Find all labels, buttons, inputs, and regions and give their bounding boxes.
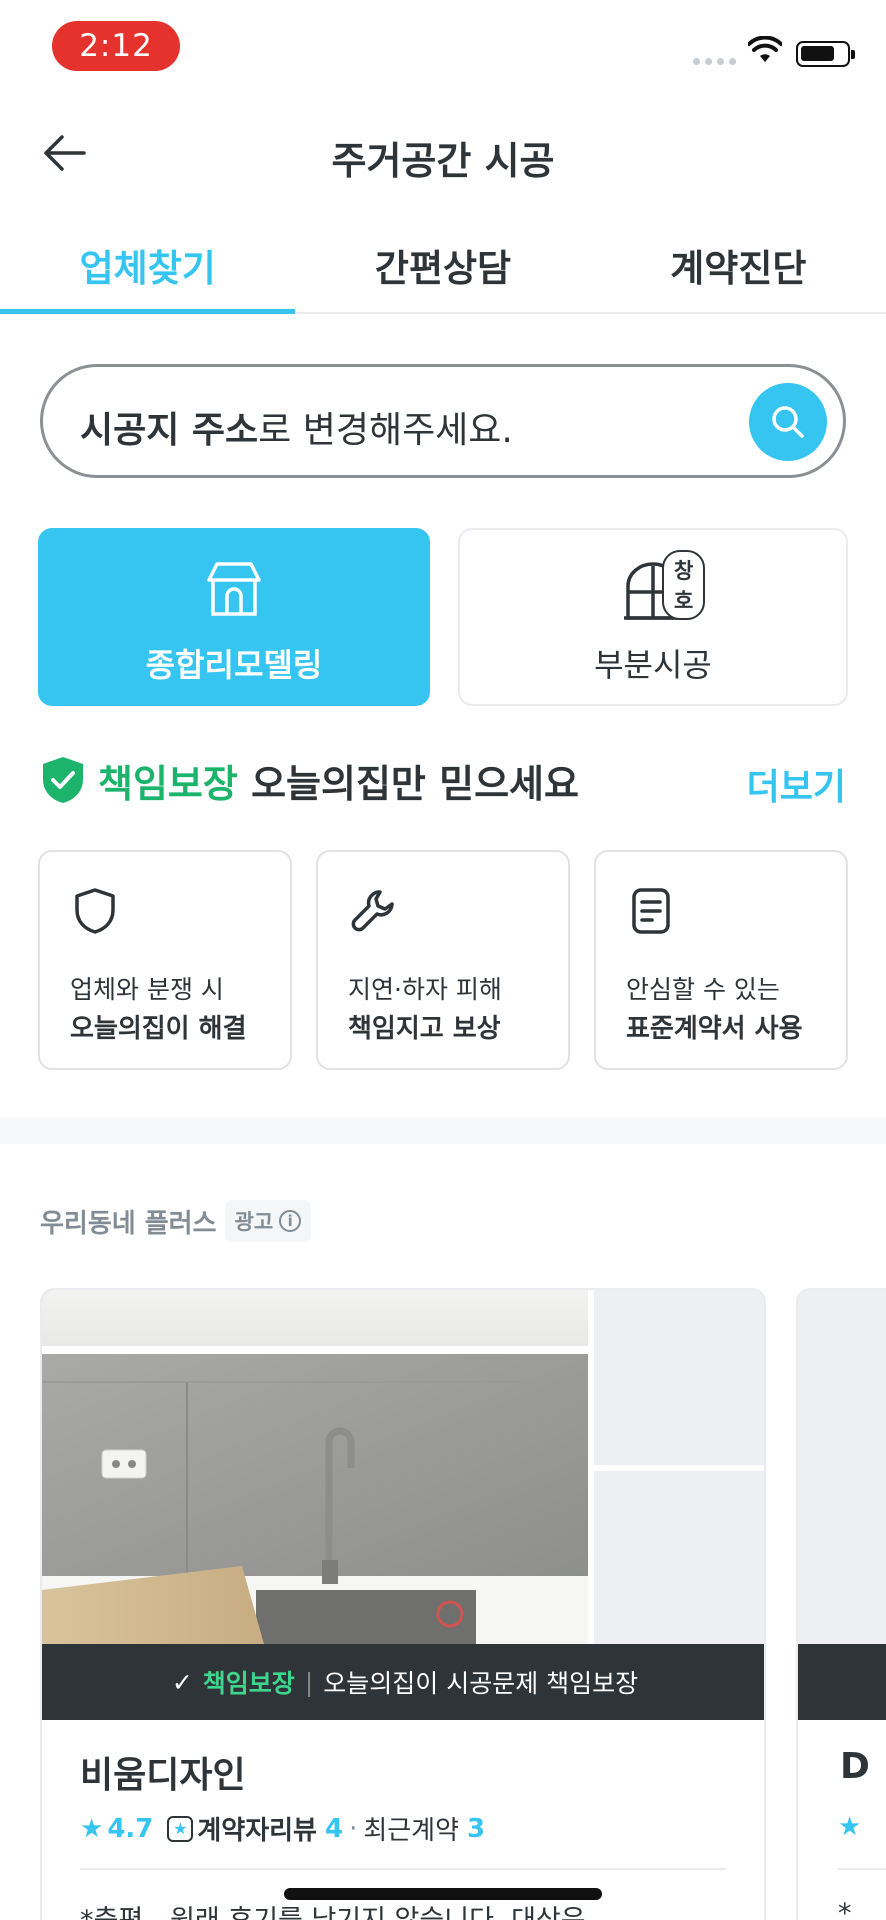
ad-badge[interactable]: 광고 i [224, 1200, 312, 1242]
benefit-card-dispute[interactable]: 업체와 분쟁 시 오늘의집이 해결 [38, 850, 292, 1070]
review-snippet: * [838, 1898, 852, 1920]
search-button[interactable] [749, 383, 827, 461]
review-count: 4 [324, 1813, 344, 1844]
company-card-next[interactable]: D ★ * [796, 1288, 886, 1920]
header: 주거공간 시공 [0, 108, 886, 198]
check-icon: ✓ [171, 1667, 193, 1697]
wifi-icon [748, 36, 782, 62]
cellular-signal-icon [693, 58, 736, 65]
status-bar: 2:12 [0, 0, 886, 92]
benefit-text: 안심할 수 있는 [626, 975, 780, 1004]
star-icon: ★ [80, 1813, 104, 1844]
card-divider [838, 1868, 886, 1870]
benefit-card-contract[interactable]: 안심할 수 있는 표준계약서 사용 [594, 850, 848, 1070]
banner-separator: | [304, 1667, 314, 1697]
benefit-card-compensation[interactable]: 지연·하자 피해 책임지고 보상 [316, 850, 570, 1070]
company-photo-thumb [594, 1471, 764, 1644]
tab-bar: 업체찾기 간편상담 계약진단 [0, 214, 886, 314]
sponsored-header: 우리동네 플러스 광고 i [40, 1200, 312, 1242]
window-badge: 창호 [662, 550, 706, 620]
info-icon: i [279, 1210, 302, 1232]
guarantee-banner: ✓ 책임보장 | 오늘의집이 시공문제 책임보장 [42, 1644, 764, 1720]
review-snippet: *충편 - 원래 후기를 남기지 않습니다. 대상은 [80, 1898, 586, 1920]
shield-icon [75, 888, 115, 934]
company-photo-main [42, 1290, 588, 1644]
search-placeholder: 시공지 주소로 변경해주세요. [80, 410, 513, 451]
section-divider [0, 1118, 886, 1144]
category-label: 부분시공 [594, 646, 712, 684]
stats-separator: · [349, 1813, 358, 1844]
tab-contract-diagnosis[interactable]: 계약진단 [591, 214, 886, 312]
benefit-text-bold: 책임지고 보상 [348, 1014, 501, 1044]
banner-text: 오늘의집이 시공문제 책임보장 [323, 1669, 639, 1698]
banner-highlight: 책임보장 [202, 1669, 295, 1698]
company-photo-thumb [594, 1290, 764, 1465]
sponsored-label: 우리동네 플러스 [40, 1208, 217, 1239]
shield-check-icon [43, 757, 83, 803]
category-full-remodeling[interactable]: 종합리모델링 [38, 528, 430, 706]
guarantee-banner [798, 1644, 886, 1720]
recent-contract-count: 3 [467, 1813, 486, 1844]
home-indicator[interactable] [284, 1888, 602, 1900]
company-photo-main [798, 1290, 886, 1644]
verified-badge-icon: ★ [167, 1815, 194, 1842]
card-divider [80, 1868, 726, 1870]
benefit-text: 지연·하자 피해 [348, 975, 502, 1004]
company-name: D [840, 1746, 870, 1787]
rating-value: 4.7 [107, 1813, 154, 1844]
address-search-field[interactable]: 시공지 주소로 변경해주세요. [40, 364, 846, 478]
ad-badge-label: 광고 [234, 1210, 274, 1234]
battery-icon [796, 41, 855, 67]
house-icon [203, 556, 265, 622]
tab-find-company[interactable]: 업체찾기 [0, 214, 296, 314]
document-icon [632, 888, 670, 934]
benefit-text: 업체와 분쟁 시 [70, 975, 224, 1004]
tab-quick-consult[interactable]: 간편상담 [295, 214, 590, 312]
company-stats: ★ 4.7 ★ 계약자리뷰 4 · 최근계약 3 [80, 1810, 485, 1847]
guarantee-header: 책임보장 오늘의집만 믿으세요 더보기 [40, 750, 846, 810]
wrench-icon [351, 890, 394, 932]
more-link[interactable]: 더보기 [747, 758, 846, 810]
review-label: 계약자리뷰 [197, 1816, 317, 1846]
category-partial-construction[interactable]: 창호 부분시공 [458, 528, 848, 706]
benefit-text-bold: 오늘의집이 해결 [70, 1014, 247, 1044]
recent-contract-label: 최근계약 [363, 1816, 460, 1846]
star-icon: ★ [838, 1812, 862, 1842]
status-time: 2:12 [52, 21, 180, 71]
search-icon [772, 406, 804, 438]
guarantee-title: 책임보장 오늘의집만 믿으세요 [98, 761, 579, 806]
company-name: 비움디자인 [80, 1755, 246, 1796]
category-label: 종합리모델링 [145, 646, 323, 684]
window-icon: 창호 [622, 550, 706, 624]
company-card[interactable]: ✓ 책임보장 | 오늘의집이 시공문제 책임보장 비움디자인 ★ 4.7 ★ 계… [40, 1288, 766, 1920]
page-title: 주거공간 시공 [331, 139, 555, 183]
benefit-text-bold: 표준계약서 사용 [626, 1014, 803, 1044]
